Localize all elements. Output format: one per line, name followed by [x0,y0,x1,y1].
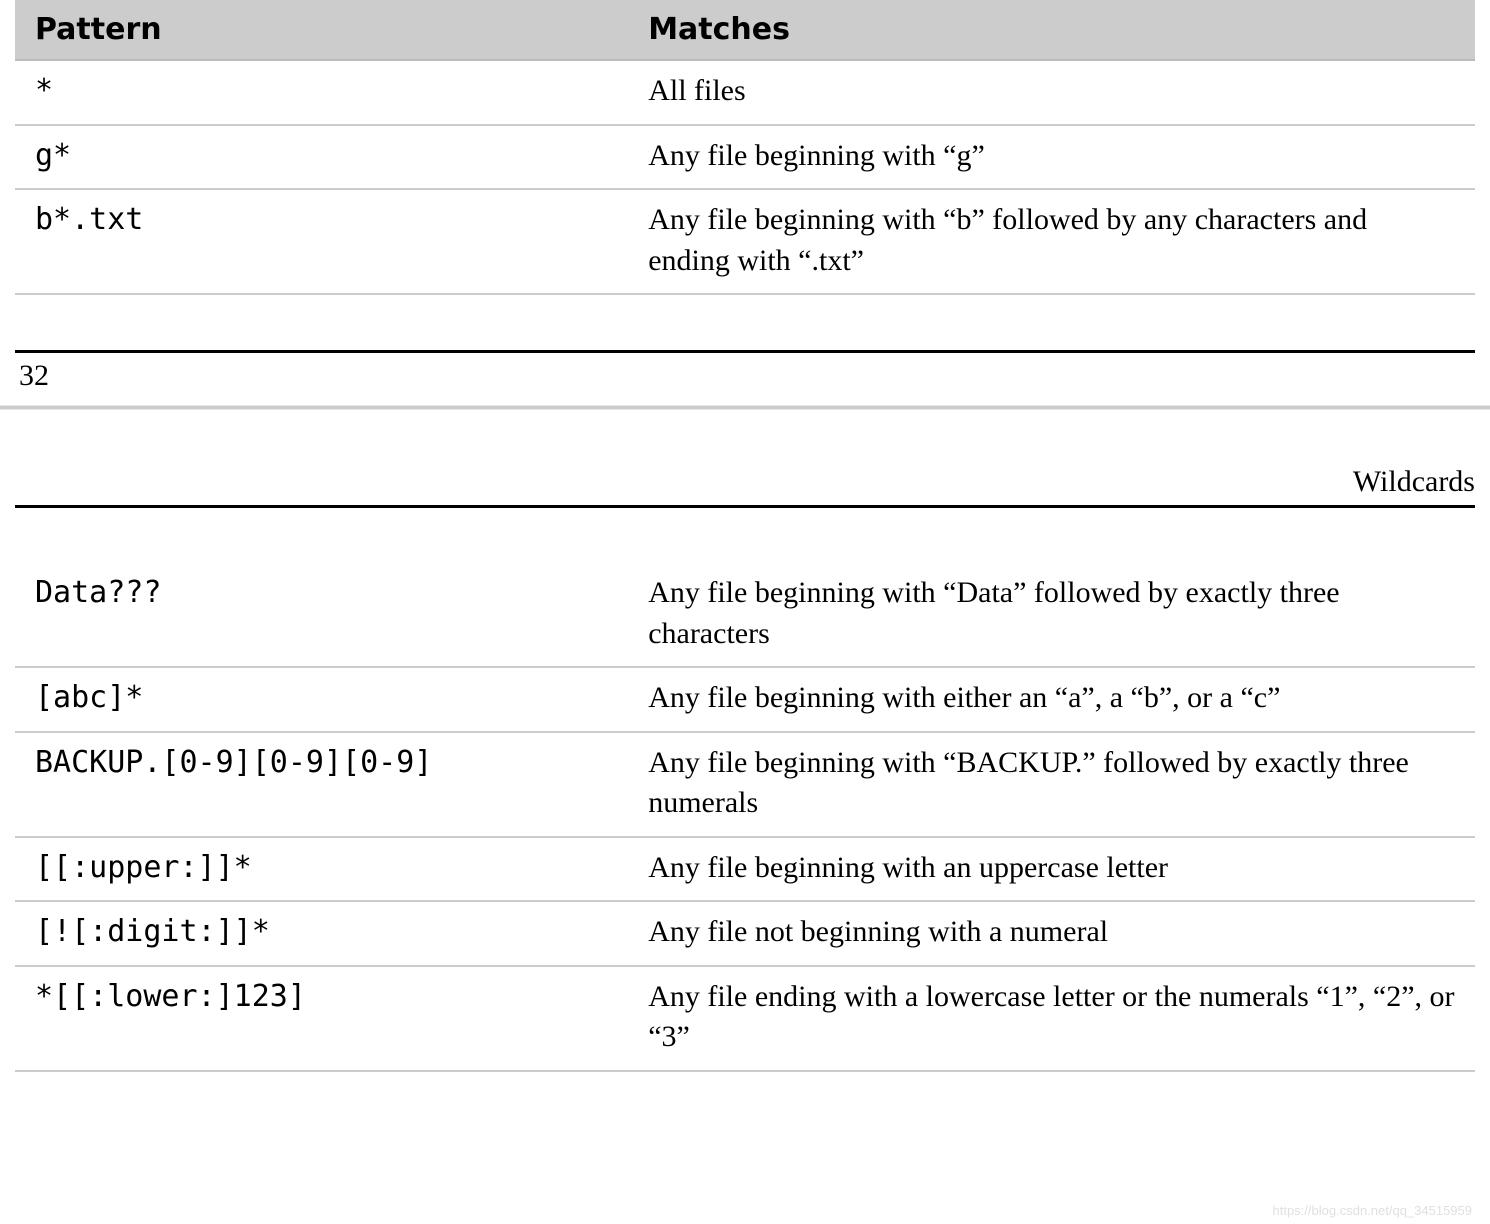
cell-pattern: g* [15,125,628,190]
cell-matches: Any file ending with a lowercase letter … [628,966,1475,1071]
table-row: [![:digit:]]* Any file not beginning wit… [15,901,1475,966]
cell-matches: Any file beginning with “b” followed by … [628,189,1475,294]
cell-matches: Any file not beginning with a numeral [628,901,1475,966]
table-row: [[:upper:]]* Any file beginning with an … [15,837,1475,902]
table-row: [abc]* Any file beginning with either an… [15,667,1475,732]
cell-matches: All files [628,60,1475,125]
cell-pattern: *[[:lower:]123] [15,966,628,1071]
table-row: Data??? Any file beginning with “Data” f… [15,563,1475,667]
cell-pattern: [abc]* [15,667,628,732]
cell-pattern: Data??? [15,563,628,667]
table-row: b*.txt Any file beginning with “b” follo… [15,189,1475,294]
cell-pattern: BACKUP.[0-9][0-9][0-9] [15,732,628,837]
cell-pattern: [[:upper:]]* [15,837,628,902]
cell-matches: Any file beginning with “Data” followed … [628,563,1475,667]
table-row: BACKUP.[0-9][0-9][0-9] Any file beginnin… [15,732,1475,837]
page-footer-rule: 32 [15,350,1475,405]
header-matches: Matches [628,0,1475,60]
cell-pattern: [![:digit:]]* [15,901,628,966]
table-row: g* Any file beginning with “g” [15,125,1475,190]
wildcard-table-bottom: Data??? Any file beginning with “Data” f… [15,563,1475,1072]
page-number: 32 [19,359,49,392]
cell-pattern: b*.txt [15,189,628,294]
watermark: https://blog.csdn.net/qq_34515959 [1273,1203,1473,1218]
wildcard-table-top: Pattern Matches * All files g* Any file … [15,0,1475,295]
table-header-row: Pattern Matches [15,0,1475,60]
cell-matches: Any file beginning with “BACKUP.” follow… [628,732,1475,837]
cell-pattern: * [15,60,628,125]
cell-matches: Any file beginning with an uppercase let… [628,837,1475,902]
table-row: *[[:lower:]123] Any file ending with a l… [15,966,1475,1071]
cell-matches: Any file beginning with either an “a”, a… [628,667,1475,732]
running-head: Wildcards [15,465,1475,508]
cell-matches: Any file beginning with “g” [628,125,1475,190]
header-pattern: Pattern [15,0,628,60]
table-row: * All files [15,60,1475,125]
